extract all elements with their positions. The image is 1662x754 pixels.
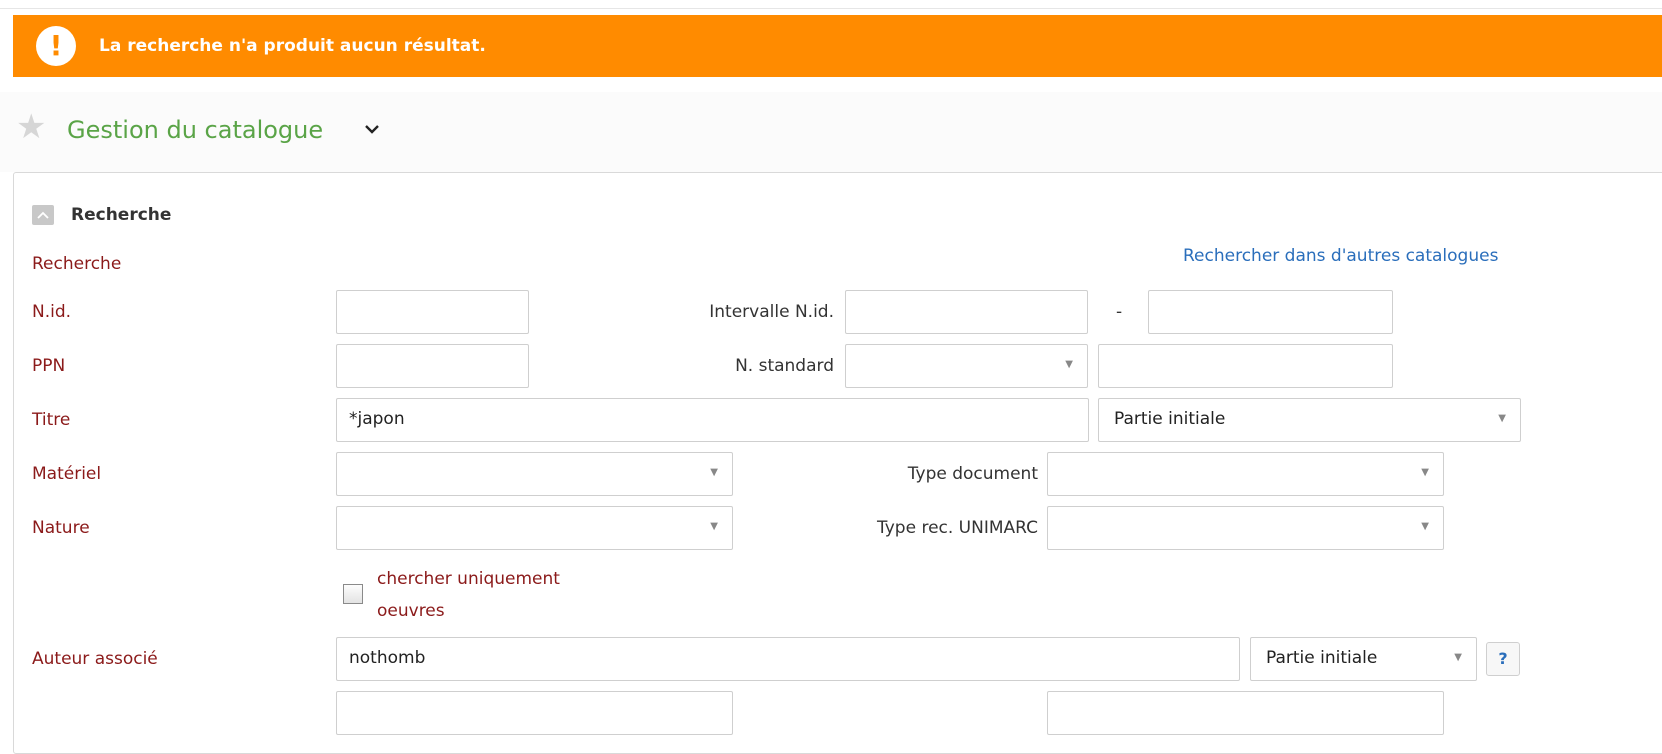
alert-message: La recherche n'a produit aucun résultat. (99, 36, 486, 56)
standard-number-select[interactable]: ▼ (845, 344, 1088, 388)
nid-label: N.id. (32, 302, 72, 322)
search-label: Recherche (32, 254, 122, 274)
standard-number-label: N. standard (735, 356, 834, 376)
other-catalogs-link[interactable]: Rechercher dans d'autres catalogues (1183, 246, 1498, 266)
ppn-label: PPN (32, 356, 66, 376)
nid-range-separator: - (1116, 302, 1123, 322)
author-input[interactable]: nothomb (336, 637, 1240, 681)
favorite-star-icon[interactable]: ★ (16, 110, 46, 144)
only-works-label-line2[interactable]: oeuvres (377, 601, 445, 621)
doc-type-select[interactable]: ▼ (1047, 452, 1444, 496)
collapse-section-icon[interactable] (32, 205, 54, 225)
ppn-input[interactable] (336, 344, 529, 388)
caret-down-icon: ▼ (710, 467, 718, 478)
caret-down-icon: ▼ (1065, 359, 1073, 370)
title-label: Titre (32, 410, 71, 430)
author-mode-select[interactable]: Partie initiale ▼ (1250, 637, 1477, 681)
chevron-down-icon[interactable] (363, 122, 381, 136)
standard-number-input[interactable] (1098, 344, 1393, 388)
nature-select[interactable]: ▼ (336, 506, 733, 550)
material-select[interactable]: ▼ (336, 452, 733, 496)
page-title: Gestion du catalogue (67, 116, 324, 144)
unimarc-label: Type rec. UNIMARC (877, 518, 1038, 538)
author-label: Auteur associé (32, 649, 158, 669)
no-results-alert: ! La recherche n'a produit aucun résulta… (13, 15, 1662, 77)
page-header: ★ Gestion du catalogue (0, 92, 1662, 172)
nid-input[interactable] (336, 290, 529, 334)
caret-down-icon: ▼ (710, 521, 718, 532)
title-mode-select[interactable]: Partie initiale ▼ (1098, 398, 1521, 442)
caret-down-icon: ▼ (1421, 521, 1429, 532)
title-mode-value: Partie initiale (1114, 409, 1226, 429)
material-label: Matériel (32, 464, 102, 484)
next-row-field-left[interactable] (336, 691, 733, 735)
caret-down-icon: ▼ (1421, 467, 1429, 478)
nature-label: Nature (32, 518, 90, 538)
title-input[interactable]: *japon (336, 398, 1089, 442)
unimarc-select[interactable]: ▼ (1047, 506, 1444, 550)
top-divider (0, 8, 1662, 9)
exclamation-icon: ! (36, 26, 76, 66)
caret-down-icon: ▼ (1454, 652, 1462, 663)
section-title: Recherche (71, 205, 172, 225)
only-works-checkbox[interactable] (343, 584, 363, 604)
author-mode-value: Partie initiale (1266, 648, 1378, 668)
help-button[interactable]: ? (1486, 642, 1520, 676)
nid-range-to-input[interactable] (1148, 290, 1393, 334)
doc-type-label: Type document (907, 464, 1038, 484)
next-row-field-right[interactable] (1047, 691, 1444, 735)
only-works-label-line1[interactable]: chercher uniquement (377, 569, 560, 589)
caret-down-icon: ▼ (1498, 413, 1506, 424)
nid-range-label: Intervalle N.id. (709, 302, 834, 322)
nid-range-from-input[interactable] (845, 290, 1088, 334)
